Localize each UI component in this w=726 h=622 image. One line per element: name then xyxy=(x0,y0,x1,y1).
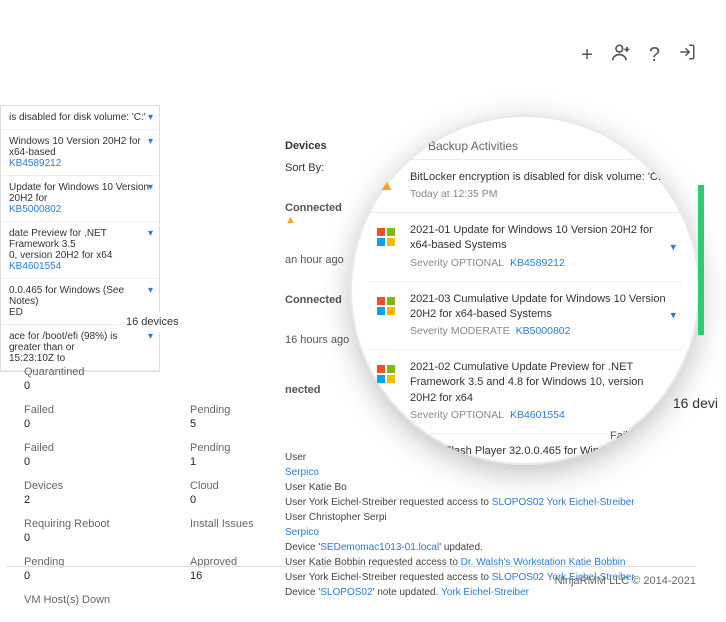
alert-title: is disabled for disk volume: 'C:' xyxy=(9,112,146,123)
alert-title: Update for Windows 10 Version 20H2 for xyxy=(9,182,151,204)
status-connected: Connected xyxy=(285,202,342,214)
tabs[interactable]: Backup Activities xyxy=(368,139,682,159)
right-device-count: 16 devi xyxy=(673,395,718,411)
activity-row: User Katie Bo xyxy=(285,480,705,495)
activity-row: User Christopher Serpi xyxy=(285,510,705,525)
kb-link[interactable]: KB4601554 xyxy=(510,409,565,421)
status-bar xyxy=(698,185,704,335)
chevron-down-icon[interactable]: ▾ xyxy=(670,461,676,465)
alert-row[interactable]: ▲ BitLocker encryption is disabled for d… xyxy=(368,159,682,212)
alert-row[interactable]: Windows 10 Version 20H2 for x64-based KB… xyxy=(1,130,159,176)
logout-icon[interactable] xyxy=(678,43,696,67)
alert-title: 2021-02 Cumulative Update Preview for .N… xyxy=(410,360,672,406)
activity-row: Device 'SLOPOS02' note updated. York Eic… xyxy=(285,585,705,600)
sort-label[interactable]: Sort By: xyxy=(285,162,380,174)
stat-vmhosts: VM Host(s) Down xyxy=(24,590,160,610)
magnifier-view: Backup Activities ▲ BitLocker encryption… xyxy=(350,115,700,465)
windows-icon xyxy=(372,292,400,320)
stat-devices: Devices2 xyxy=(24,476,160,510)
kb-link[interactable]: KB4601554 xyxy=(9,261,151,272)
add-icon[interactable]: + xyxy=(581,44,593,67)
stat-failed: Failed0 xyxy=(24,400,160,434)
chevron-down-icon[interactable]: ▾ xyxy=(670,180,676,193)
device-link[interactable]: SLOPOS02 xyxy=(320,587,372,598)
kb-link[interactable]: KB5000802 xyxy=(9,204,151,215)
warn-icon: ▲ xyxy=(285,214,296,226)
right-column xyxy=(686,185,716,335)
stat-failed: Failed xyxy=(610,430,640,442)
device-link[interactable]: SLOPOS02 York Eichel-Streiber xyxy=(492,497,635,508)
top-toolbar: + ? xyxy=(0,35,726,75)
alert-title: 2021-03 Cumulative Update for Windows 10… xyxy=(410,292,672,323)
user-link[interactable]: Serpico xyxy=(285,527,319,538)
alert-row[interactable]: 2021-02 Cumulative Update Preview for .N… xyxy=(368,349,682,433)
shield-icon: 🛡 xyxy=(410,431,424,443)
activity-row: Serpico xyxy=(285,525,705,540)
status-connected: nected xyxy=(285,384,320,396)
windows-icon xyxy=(372,223,400,251)
warn-icon: ▲ xyxy=(372,170,400,198)
alert-title: date Preview for .NET Framework 3.5 0, v… xyxy=(9,228,151,261)
alert-title: 0.0.465 for Windows (See Notes) xyxy=(9,285,151,307)
help-icon[interactable]: ? xyxy=(649,44,660,67)
chevron-down-icon[interactable]: ▾ xyxy=(148,285,153,296)
alert-title: 2021-01 Update for Windows 10 Version 20… xyxy=(410,223,672,254)
kb-link[interactable]: KB5000802 xyxy=(516,325,571,337)
device-count: 16 devices xyxy=(118,312,187,332)
stat-failed: Failed0 xyxy=(24,438,160,472)
add-user-icon[interactable] xyxy=(611,42,631,68)
alert-title: BitLocker encryption is disabled for dis… xyxy=(410,170,663,185)
device-link[interactable]: SEDemomac1013-01.local xyxy=(320,542,439,553)
chevron-down-icon[interactable]: ▾ xyxy=(148,136,153,147)
alert-row[interactable]: is disabled for disk volume: 'C:' ▾ xyxy=(1,106,159,130)
devices-header: Devices xyxy=(285,140,380,152)
user-link[interactable]: York Eichel-Streiber xyxy=(441,587,529,598)
windows-icon xyxy=(372,360,400,388)
stat-pending: Pending5 xyxy=(190,400,326,434)
kb-link[interactable]: KB4589212 xyxy=(9,158,151,169)
chevron-down-icon[interactable]: ▾ xyxy=(148,112,153,123)
magnifier-footer: 🛡0 Failed0 xyxy=(410,430,640,455)
stat-quarantined: Quarantined0 xyxy=(24,362,160,396)
chevron-down-icon[interactable]: ▾ xyxy=(148,331,153,342)
activity-row: Serpico xyxy=(285,465,705,480)
footer-copyright: NinjaRMM LLC © 2014-2021 xyxy=(6,566,696,587)
status-connected: Connected xyxy=(285,294,342,306)
stat-reboot: Requiring Reboot0 xyxy=(24,514,160,548)
alert-title: Windows 10 Version 20H2 for x64-based xyxy=(9,136,151,158)
kb-link[interactable]: KB4589212 xyxy=(510,257,565,269)
alert-time: Today at 12:35 PM xyxy=(410,187,663,202)
activity-row: User York Eichel-Streiber requested acce… xyxy=(285,495,705,510)
app-icon: ▭ xyxy=(372,444,400,465)
chevron-down-icon[interactable]: ▾ xyxy=(148,182,153,193)
user-link[interactable]: Serpico xyxy=(285,467,319,478)
chevron-down-icon[interactable]: ▾ xyxy=(670,309,676,322)
alert-row[interactable]: Update for Windows 10 Version 20H2 for K… xyxy=(1,176,159,222)
activity-row: Device 'SEDemomac1013-01.local' updated. xyxy=(285,540,705,555)
chevron-down-icon[interactable]: ▾ xyxy=(670,240,676,253)
alert-row[interactable]: date Preview for .NET Framework 3.5 0, v… xyxy=(1,222,159,279)
alert-row[interactable]: 2021-03 Cumulative Update for Windows 10… xyxy=(368,281,682,349)
chevron-down-icon[interactable]: ▾ xyxy=(148,228,153,239)
alert-row[interactable]: 2021-01 Update for Windows 10 Version 20… xyxy=(368,212,682,280)
